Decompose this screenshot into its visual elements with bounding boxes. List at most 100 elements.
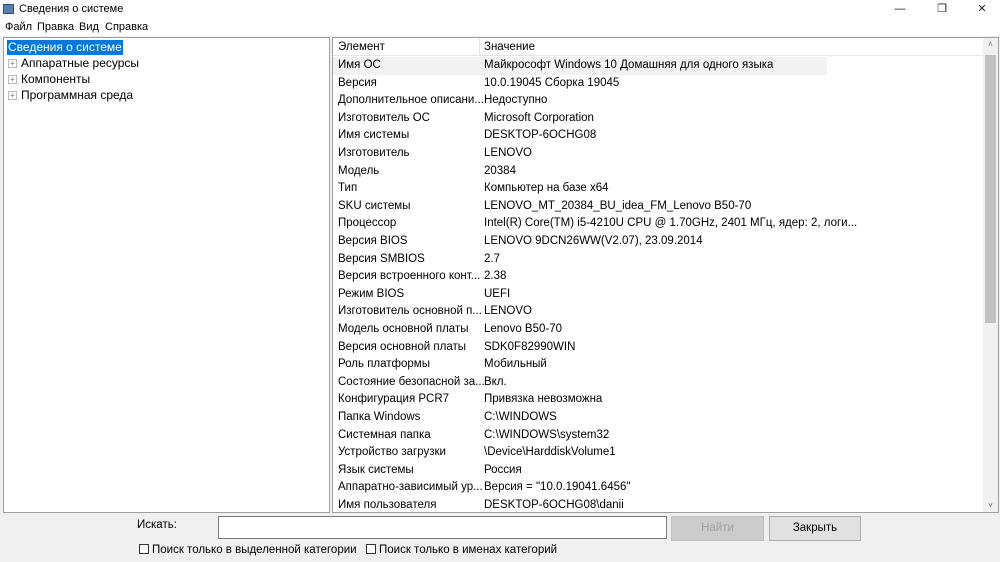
minimize-button[interactable]: — (880, 0, 920, 19)
row-item: Модель основной платы (338, 323, 469, 335)
row-value: Майкрософт Windows 10 Домашняя для одног… (484, 59, 774, 71)
table-row[interactable]: Процессор Intel(R) Core(TM) i5-4210U CPU … (333, 215, 857, 233)
row-value: Версия = "10.0.19041.6456" (484, 481, 631, 494)
menu-bar: Файл Правка Вид Справка (0, 19, 1000, 36)
row-value: 2.7 (484, 252, 500, 265)
scroll-down-icon[interactable]: ˅ (983, 501, 998, 510)
table-row[interactable]: Версия BIOS LENOVO 9DCN26WW(V2.07), 23.09… (333, 233, 827, 251)
row-value: C:\WINDOWS (484, 411, 557, 423)
row-item: Состояние безопасной за... (338, 375, 485, 388)
table-row[interactable]: Язык системы Россия (333, 462, 827, 480)
menu-file[interactable]: Файл (5, 21, 32, 33)
row-item: Изготовитель ОС (338, 111, 430, 124)
scrollbar-thumb[interactable] (985, 55, 996, 323)
table-row[interactable]: Папка Windows C:\WINDOWS (333, 409, 827, 427)
table-row[interactable]: Изготовитель LENOVO (333, 145, 827, 163)
row-item: Режим BIOS (338, 287, 405, 300)
row-item: Конфигурация PCR7 (338, 393, 450, 406)
close-button[interactable]: Закрыть (769, 516, 861, 541)
row-item: Версия (338, 76, 377, 89)
tree-item-system-summary[interactable]: Сведения о системе (7, 40, 123, 55)
expand-icon[interactable]: + (8, 59, 17, 68)
row-item: Версия встроенного конт... (338, 270, 481, 283)
row-value: 10.0.19045 Сборка 19045 (484, 76, 620, 89)
row-item: Папка Windows (338, 411, 421, 423)
table-row[interactable]: Аппаратно-зависимый ур... Версия = "10.0.… (333, 479, 827, 497)
search-label: Искать: (137, 519, 177, 531)
table-row[interactable]: Версия 10.0.19045 Сборка 19045 (333, 75, 827, 93)
row-item: Устройство загрузки (338, 446, 446, 459)
table-row[interactable]: Имя ОС Майкрософт Windows 10 Домашняя для… (333, 57, 827, 75)
table-row[interactable]: Модель 20384 (333, 163, 827, 181)
table-header: Элемент Значение (333, 38, 983, 56)
table-row[interactable]: Имя пользователя DESKTOP-6OCHG08\danii (333, 497, 827, 512)
row-item: SKU системы (338, 199, 411, 212)
tree-item-hardware[interactable]: + Аппаратные ресурсы (8, 56, 139, 71)
menu-edit[interactable]: Правка (37, 21, 74, 33)
search-category-names-checkbox[interactable]: Поиск только в именах категорий (366, 544, 557, 556)
close-window-button[interactable]: ✕ (962, 0, 1000, 19)
row-item: Системная папка (338, 428, 431, 441)
table-row[interactable]: Версия встроенного конт... 2.38 (333, 268, 827, 286)
table-row[interactable]: Состояние безопасной за... Вкл. (333, 374, 827, 392)
window-title: Сведения о системе (19, 3, 124, 15)
row-item: Версия SMBIOS (338, 252, 425, 265)
table-row[interactable]: SKU системы LENOVO_MT_20384_BU_idea_FM_Le… (333, 198, 827, 216)
column-divider[interactable] (479, 38, 480, 56)
tree-item-components[interactable]: + Компоненты (8, 72, 90, 87)
tree-item-label: Аппаратные ресурсы (21, 56, 140, 70)
table-row[interactable]: Роль платформы Мобильный (333, 356, 827, 374)
row-item: Имя системы (338, 129, 410, 142)
table-row[interactable]: Версия SMBIOS 2.7 (333, 251, 827, 269)
checkbox-icon[interactable] (366, 544, 376, 554)
row-value: Россия (484, 463, 522, 476)
expand-icon[interactable]: + (8, 75, 17, 84)
table-row[interactable]: Тип Компьютер на базе x64 (333, 180, 827, 198)
row-value: 2.38 (484, 270, 507, 283)
search-input[interactable] (218, 516, 667, 539)
table-row[interactable]: Версия основной платы SDK0F82990WIN (333, 339, 827, 357)
row-item: Язык системы (338, 463, 414, 476)
search-selected-category-checkbox[interactable]: Поиск только в выделенной категории (139, 544, 357, 556)
table-row[interactable]: Конфигурация PCR7 Привязка невозможна (333, 391, 827, 409)
checkbox-icon[interactable] (139, 544, 149, 554)
tree-item-software[interactable]: + Программная среда (8, 88, 133, 103)
row-value: Недоступно (484, 94, 548, 107)
details-table: Элемент Значение Имя ОС Майкрософт Window… (332, 37, 999, 513)
tree-item-label: Компоненты (21, 72, 91, 86)
row-item: Изготовитель основной п... (338, 305, 482, 318)
maximize-button[interactable]: ❐ (922, 0, 962, 19)
table-row[interactable]: Дополнительное описани... Недоступно (333, 92, 827, 110)
row-item: Имя пользователя (338, 499, 437, 511)
row-item: Процессор (338, 217, 397, 230)
table-row[interactable]: Изготовитель ОС Microsoft Corporation (333, 110, 827, 128)
row-item: Модель (338, 164, 380, 177)
column-header-item[interactable]: Элемент (338, 41, 385, 53)
menu-view[interactable]: Вид (79, 21, 99, 33)
row-item: Изготовитель (338, 147, 410, 159)
row-item: Имя ОС (338, 59, 381, 71)
menu-help[interactable]: Справка (105, 21, 148, 33)
table-row[interactable]: Системная папка C:\WINDOWS\system32 (333, 427, 827, 445)
row-value: Microsoft Corporation (484, 111, 594, 124)
table-row[interactable]: Режим BIOS UEFI (333, 286, 827, 304)
row-value: UEFI (484, 287, 511, 300)
row-value: SDK0F82990WIN (484, 340, 576, 353)
column-header-value[interactable]: Значение (484, 41, 535, 53)
expand-icon[interactable]: + (8, 91, 17, 100)
category-tree[interactable]: Сведения о системе + Аппаратные ресурсы +… (3, 37, 330, 513)
row-item: Версия основной платы (338, 340, 467, 353)
table-row[interactable]: Устройство загрузки \Device\HarddiskVolum… (333, 444, 827, 462)
row-value: LENOVO_MT_20384_BU_idea_FM_Lenovo B50-70 (484, 199, 752, 212)
row-item: Тип (338, 182, 358, 195)
find-button[interactable]: Найти (671, 516, 764, 541)
table-row[interactable]: Изготовитель основной п... LENOVO (333, 303, 827, 321)
table-row[interactable]: Модель основной платы Lenovo B50-70 (333, 321, 827, 339)
table-row[interactable]: Имя системы DESKTOP-6OCHG08 (333, 127, 827, 145)
row-value: Мобильный (484, 358, 547, 371)
row-item: Роль платформы (338, 358, 430, 371)
scroll-up-icon[interactable]: ˄ (983, 40, 998, 49)
row-value: Компьютер на базе x64 (484, 182, 609, 195)
row-value: Привязка невозможна (484, 393, 603, 406)
vertical-scrollbar[interactable]: ˄ ˅ (983, 38, 998, 512)
